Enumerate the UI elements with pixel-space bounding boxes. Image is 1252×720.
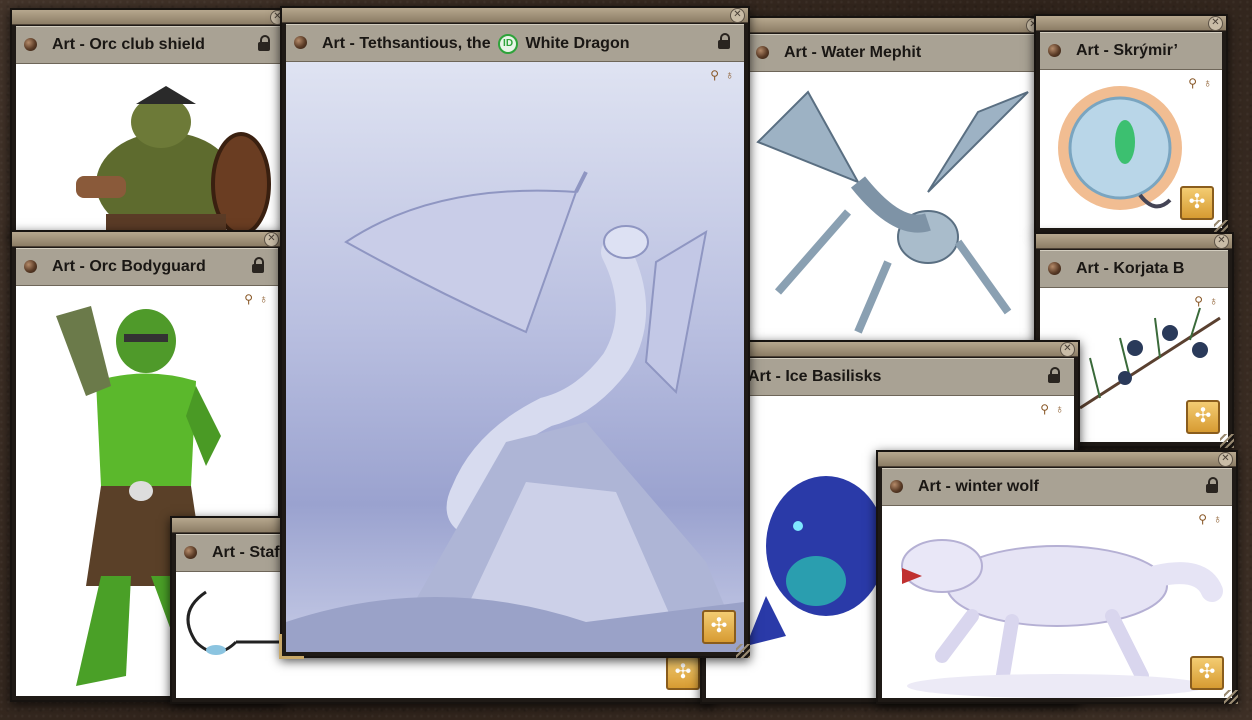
pin-icon[interactable]: ♁ [1209, 294, 1218, 308]
close-icon[interactable]: ✕ [1060, 342, 1075, 357]
window-top-bar[interactable]: ✕ [1036, 16, 1226, 31]
window-orc-club-shield[interactable]: ✕ Art - Orc club shield [10, 8, 290, 238]
record-dot-icon [24, 38, 37, 51]
window-title-bar[interactable]: Art - Orc club shield [16, 26, 284, 64]
record-dot-icon [890, 480, 903, 493]
art-image-water-mephit [748, 72, 1040, 340]
window-title-bar[interactable]: Art - winter wolf [882, 468, 1232, 506]
pin-icons[interactable]: ⚲ ♁ [1182, 76, 1212, 90]
resize-handle[interactable] [1224, 690, 1238, 704]
art-image-white-dragon: ⚲ ♁ ✣ [286, 62, 744, 652]
window-top-bar[interactable]: ✕ [1036, 234, 1232, 249]
share-button[interactable]: ✣ [666, 656, 700, 690]
white-dragon-picture [286, 171, 744, 652]
art-image-skrymir: ⚲ ♁ ✣ [1040, 70, 1222, 228]
window-title: Art - Ice Basilisks [748, 368, 882, 385]
window-title: Art - Orc club shield [52, 36, 205, 53]
window-title-bar[interactable]: Art - Water Mephit [748, 34, 1040, 72]
share-button[interactable]: ✣ [1180, 186, 1214, 220]
window-white-dragon[interactable]: ✕ Art - Tethsantious, the ID White Drago… [279, 6, 750, 659]
window-title: Art - Water Mephit [784, 44, 922, 61]
lock-icon[interactable] [252, 257, 264, 273]
pin-icon[interactable]: ♁ [1055, 402, 1064, 416]
record-dot-icon [294, 36, 307, 49]
window-title-prefix: Art - Tethsantious, the [322, 35, 491, 53]
close-icon[interactable]: ✕ [1218, 452, 1233, 467]
pin-icon[interactable]: ♁ [1213, 512, 1222, 526]
close-icon[interactable]: ✕ [1214, 234, 1229, 249]
lock-icon[interactable] [718, 33, 730, 49]
pin-icon[interactable]: ♁ [259, 292, 268, 306]
window-top-bar[interactable]: ✕ [878, 452, 1236, 467]
window-top-bar[interactable]: ✕ [12, 232, 282, 247]
pin-icons[interactable]: ⚲ ♁ [238, 292, 268, 306]
window-title-bar[interactable]: Art - Skrýmir’ [1040, 32, 1222, 70]
id-badge-icon[interactable]: ID [498, 34, 519, 54]
record-dot-icon [756, 46, 769, 59]
pin-icon[interactable]: ♁ [725, 68, 734, 82]
window-title: Art - Skrýmir’ [1076, 42, 1178, 59]
window-top-bar[interactable]: ✕ [282, 8, 748, 23]
window-title: Art - Tethsantious, the ID White Dragon [322, 34, 630, 54]
record-dot-icon [1048, 44, 1061, 57]
window-title-bar[interactable]: Art - Orc Bodyguard [16, 248, 278, 286]
window-title: Art - Orc Bodyguard [52, 258, 206, 275]
water-mephit-picture [756, 90, 1029, 334]
lock-icon[interactable] [1206, 477, 1218, 493]
share-button[interactable]: ✣ [1190, 656, 1224, 690]
window-water-mephit[interactable]: ✕ Art - Water Mephit [742, 16, 1046, 346]
pin-icon[interactable]: ⚲ [1194, 294, 1203, 308]
window-title-bar[interactable]: Art - Ice Basilisks [706, 358, 1074, 396]
pin-icon[interactable]: ⚲ [710, 68, 719, 82]
close-icon[interactable]: ✕ [730, 8, 745, 23]
pin-icon[interactable]: ⚲ [244, 292, 253, 306]
record-dot-icon [1048, 262, 1061, 275]
art-image-orc-club-shield [16, 64, 284, 232]
pin-icons[interactable]: ⚲ ♁ [1192, 512, 1222, 526]
window-title-bar[interactable]: Art - Tethsantious, the ID White Dragon [286, 24, 744, 62]
pin-icons[interactable]: ⚲ ♁ [1188, 294, 1218, 308]
lock-icon[interactable] [1048, 367, 1060, 383]
pin-icons[interactable]: ⚲ ♁ [704, 68, 734, 82]
art-image-winter-wolf: ⚲ ♁ ✣ [882, 506, 1232, 698]
lock-icon[interactable] [258, 35, 270, 51]
close-icon[interactable]: ✕ [1208, 16, 1223, 31]
orc-shield-picture [76, 86, 271, 232]
pin-icon[interactable]: ⚲ [1040, 402, 1049, 416]
pin-icon[interactable]: ⚲ [1188, 76, 1197, 90]
resize-handle[interactable] [1220, 434, 1234, 448]
window-title: Art - Staf [212, 544, 280, 561]
pin-icon[interactable]: ⚲ [1198, 512, 1207, 526]
record-dot-icon [184, 546, 197, 559]
window-title: Art - Korjata B [1076, 260, 1185, 277]
window-title-suffix: White Dragon [525, 35, 630, 53]
resize-handle[interactable] [736, 644, 750, 658]
window-title: Art - winter wolf [918, 478, 1039, 495]
record-dot-icon [24, 260, 37, 273]
share-button[interactable]: ✣ [1186, 400, 1220, 434]
window-title-bar[interactable]: Art - Korjata B [1040, 250, 1228, 288]
window-top-bar[interactable]: ✕ [12, 10, 288, 25]
pin-icons[interactable]: ⚲ ♁ [1034, 402, 1064, 416]
close-icon[interactable]: ✕ [264, 232, 279, 247]
window-skrymir[interactable]: ✕ Art - Skrýmir’ ⚲ ♁ ✣ [1034, 14, 1228, 234]
winter-wolf-picture [901, 539, 1223, 698]
corner-bracket [279, 634, 304, 659]
share-button[interactable]: ✣ [702, 610, 736, 644]
window-winter-wolf[interactable]: ✕ Art - winter wolf ⚲ ♁ ✣ [876, 450, 1238, 704]
window-top-bar[interactable]: ✕ [702, 342, 1078, 357]
window-top-bar[interactable]: ✕ [744, 18, 1044, 33]
pin-icon[interactable]: ♁ [1203, 76, 1212, 90]
